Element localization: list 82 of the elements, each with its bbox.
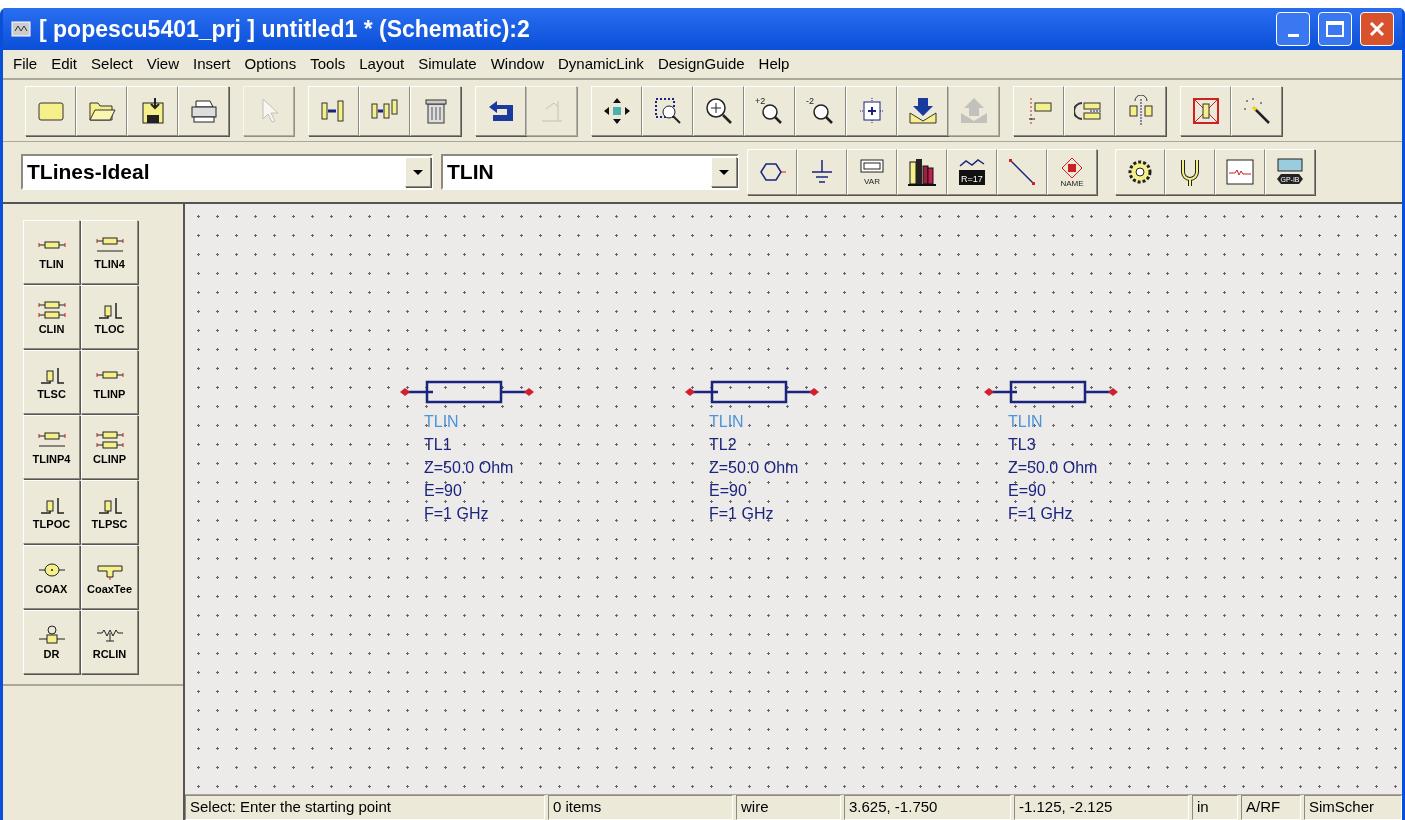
palette-button[interactable]: RCLIN: [81, 610, 138, 674]
palette-button[interactable]: TLSC: [23, 350, 80, 414]
status-item-count: 0 items: [548, 795, 733, 820]
toolbar-button[interactable]: [897, 85, 948, 136]
close-button[interactable]: [1360, 12, 1394, 46]
palette-button[interactable]: TLINP4: [23, 415, 80, 479]
menu-item[interactable]: Layout: [352, 52, 412, 76]
books-icon: [906, 156, 938, 188]
palette-button[interactable]: TLINP: [81, 350, 138, 414]
toolbar-button[interactable]: NAME: [1047, 149, 1097, 195]
menu-item[interactable]: Options: [237, 52, 304, 76]
toolbar-button[interactable]: [591, 85, 642, 136]
toolbar-button[interactable]: [1115, 149, 1165, 195]
palette-button[interactable]: DR: [23, 610, 80, 674]
status-units: in: [1192, 795, 1238, 820]
transmission-line-symbol[interactable]: [684, 380, 820, 404]
status-name: SimScher: [1304, 795, 1402, 820]
transmission-line-symbol[interactable]: [983, 380, 1119, 404]
library-dropdown[interactable]: TLines-Ideal: [21, 154, 433, 190]
palette-button[interactable]: TLPOC: [23, 480, 80, 544]
menu-item[interactable]: Simulate: [411, 52, 484, 76]
toolbar-button[interactable]: +2: [744, 85, 795, 136]
component-name: TL2: [709, 435, 737, 455]
status-relative-position: -1.125, -2.125: [1014, 795, 1189, 820]
palette-button[interactable]: TLIN4: [81, 220, 138, 284]
menu-item[interactable]: Select: [84, 52, 140, 76]
schematic-canvas[interactable]: TLIN TL1 Z=50.0 Ohm E=90 F=1 GHz TLIN TL2 Z=50.0 Ohm E=90 F=1 GHz TLIN TL3 Z=50.0 Ohm E=90 F=1 GHz: [185, 204, 1402, 794]
component-parameter: Z=50.0 Ohm: [1008, 458, 1098, 478]
toolbar-button[interactable]: [127, 85, 178, 136]
component-parameter: E=90: [1008, 481, 1046, 501]
component-parameter: F=1 GHz: [1008, 504, 1073, 524]
component-parameter: E=90: [424, 481, 462, 501]
menu-item[interactable]: Insert: [186, 52, 238, 76]
component-parameter: Z=50.0 Ohm: [709, 458, 799, 478]
minimize-button[interactable]: [1276, 12, 1310, 46]
component-parameter: E=90: [709, 481, 747, 501]
component-name: TL3: [1008, 435, 1036, 455]
maximize-button[interactable]: [1318, 12, 1352, 46]
palette-button[interactable]: CLINP: [81, 415, 138, 479]
component-type: TLIN: [1008, 412, 1043, 432]
palette-button[interactable]: TLPSC: [81, 480, 138, 544]
status-simulator: A/RF: [1241, 795, 1301, 820]
palette-button[interactable]: TLOC: [81, 285, 138, 349]
component-parameter: Z=50.0 Ohm: [424, 458, 514, 478]
component-dropdown[interactable]: TLIN: [441, 154, 739, 190]
status-cursor-position: 3.625, -1.750: [844, 795, 1011, 820]
component-type: TLIN: [424, 412, 459, 432]
waveform-icon: [1224, 156, 1256, 188]
toolbar-button[interactable]: VAR: [847, 149, 897, 195]
palette-button[interactable]: CoaxTee: [81, 545, 138, 609]
menu-item[interactable]: Edit: [44, 52, 85, 76]
toolbar-button[interactable]: [797, 149, 847, 195]
status-prompt: Select: Enter the starting point: [185, 795, 545, 820]
toolbar-button[interactable]: [693, 85, 744, 136]
menu-item[interactable]: Help: [751, 52, 797, 76]
toolbar-button[interactable]: R=17: [947, 149, 997, 195]
menu-item[interactable]: DynamicLink: [551, 52, 651, 76]
palette-button[interactable]: CLIN: [23, 285, 80, 349]
menu-item[interactable]: View: [139, 52, 186, 76]
component-type: TLIN: [709, 412, 744, 432]
component-name: TL1: [424, 435, 452, 455]
wire-line-icon: [1006, 156, 1038, 188]
palette-button[interactable]: TLIN: [23, 220, 80, 284]
menu-item[interactable]: Window: [483, 52, 551, 76]
toolbar-button[interactable]: [747, 149, 797, 195]
component-parameter: F=1 GHz: [424, 504, 489, 524]
toolbar-button[interactable]: [475, 85, 526, 136]
component-parameter: F=1 GHz: [709, 504, 774, 524]
menu-item[interactable]: File: [6, 52, 45, 76]
app-icon: [11, 19, 31, 39]
toolbar-button[interactable]: [1165, 149, 1215, 195]
transmission-line-symbol[interactable]: [399, 380, 535, 404]
toolbar-button[interactable]: [897, 149, 947, 195]
status-mode: wire: [736, 795, 841, 820]
palette-button[interactable]: COAX: [23, 545, 80, 609]
toolbar-button[interactable]: -2: [795, 85, 846, 136]
close-icon: [1368, 20, 1386, 38]
menu-item[interactable]: DesignGuide: [650, 52, 752, 76]
window-title: [ popescu5401_prj ] untitled1 * (Schematic):2: [39, 14, 531, 44]
toolbar-button[interactable]: [642, 85, 693, 136]
toolbar-button[interactable]: [178, 85, 229, 136]
menu-item[interactable]: Tools: [303, 52, 353, 76]
